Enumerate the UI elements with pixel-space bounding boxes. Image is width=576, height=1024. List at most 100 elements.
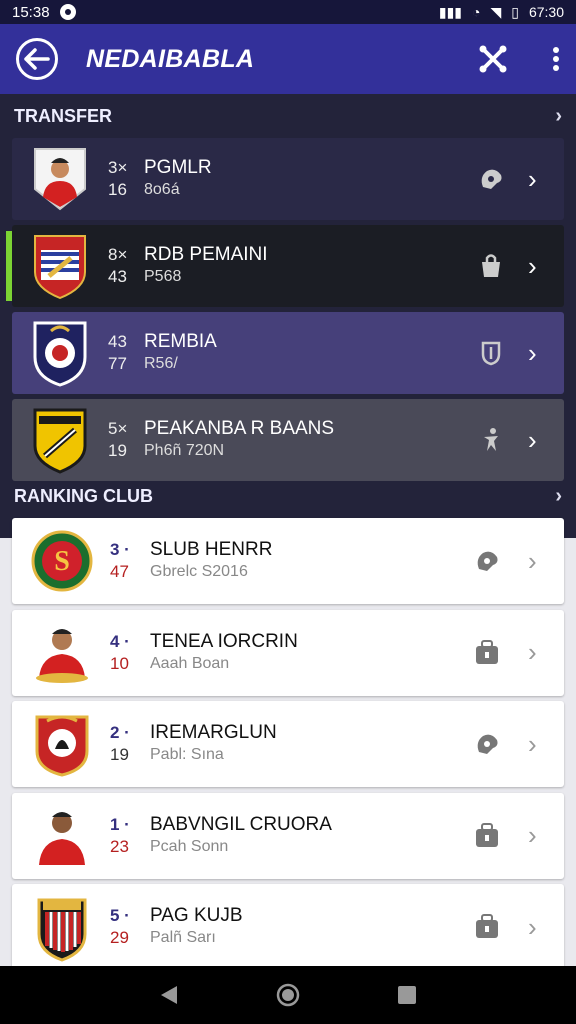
ranking-item-name: SLUB HENRR: [150, 539, 273, 560]
ranking-item-name: IREMARGLUN: [150, 722, 277, 744]
shield-icon[interactable]: [476, 340, 506, 366]
status-time-right: 67:30: [528, 4, 564, 20]
more-vert-icon[interactable]: [552, 46, 560, 72]
transfer-item-name: REMBIA: [144, 331, 217, 352]
transfer-section-header[interactable]: TRANSFER ›: [0, 96, 576, 136]
ranking-item[interactable]: S 3 · 47 SLUB HENRR Gbrelc S2016 ›: [12, 518, 564, 604]
chevron-right-icon[interactable]: ›: [528, 912, 546, 943]
ranking-item[interactable]: 5 · 29 PAG KUJB Palñ Sarı ›: [12, 884, 564, 971]
back-button[interactable]: [16, 38, 58, 80]
chevron-right-icon[interactable]: ›: [528, 164, 546, 195]
hand-icon[interactable]: [472, 730, 502, 758]
chevron-right-icon[interactable]: ›: [528, 820, 546, 851]
transfer-item-count: 43: [108, 267, 127, 286]
club-crest: [30, 406, 90, 474]
svg-text:S: S: [54, 546, 70, 577]
hand-icon[interactable]: [476, 165, 506, 193]
transfer-item-sub: 8o6á: [144, 181, 180, 198]
selected-indicator: [6, 231, 12, 301]
transfer-item-sub: Ph6ñ 720N: [144, 442, 225, 459]
ranking-list: S 3 · 47 SLUB HENRR Gbrelc S2016 › 4 · 1…: [12, 518, 564, 976]
chevron-right-icon[interactable]: ›: [528, 637, 546, 668]
ranking-item-name: PAG KUJB: [150, 905, 243, 927]
home-nav-icon[interactable]: [276, 983, 300, 1007]
ranking-item[interactable]: 2 · 19 IREMARGLUN Pabl: Sına ›: [12, 701, 564, 788]
player-avatar: [30, 145, 90, 213]
club-crest: [30, 709, 94, 779]
transfer-item-sub: P568: [144, 268, 182, 285]
transfer-item-num: 5×: [108, 419, 128, 438]
ranking-item-name: BABVNGIL CRUORA: [150, 813, 332, 835]
ranking-item[interactable]: 4 · 10 TENEA IORCRIN Aaah Boan ›: [12, 609, 564, 696]
ranking-item-sub: Pcah Sonn: [150, 837, 229, 855]
shuffle-icon[interactable]: [478, 44, 508, 74]
battery-icon: ▯: [511, 3, 519, 20]
ranking-points: 10: [110, 653, 129, 673]
ranking-item-sub: Aaah Boan: [150, 654, 230, 672]
hand-icon[interactable]: [472, 547, 502, 575]
club-crest: [30, 319, 90, 387]
chevron-right-icon[interactable]: ›: [528, 546, 546, 577]
ranking-section-header[interactable]: RANKING CLUB ›: [0, 476, 576, 516]
transfer-header-label: TRANSFER: [14, 105, 112, 126]
ranking-header-label: RANKING CLUB: [14, 485, 153, 506]
transfer-item[interactable]: 8× 43 RDB PEMAINI P568 ›: [6, 225, 564, 307]
chevron-right-icon: ›: [555, 104, 562, 127]
transfer-item-count: 16: [108, 180, 127, 199]
chevron-right-icon[interactable]: ›: [528, 729, 546, 760]
ranking-item-name: TENEA IORCRIN: [150, 630, 298, 652]
ranking-position: 3 ·: [110, 540, 130, 559]
ranking-item-sub: Gbrelc S2016: [150, 563, 248, 580]
page-title: NEDAIBABLA: [86, 44, 255, 73]
transfer-item[interactable]: 5× 19 PEAKANBA R BAANS Ph6ñ 720N ›: [12, 399, 564, 481]
back-nav-icon[interactable]: [159, 984, 179, 1006]
app-bar: NEDAIBABLA: [0, 24, 576, 94]
transfer-item[interactable]: 43 77 REMBIA R56/ ›: [12, 312, 564, 394]
notification-icon: [59, 4, 76, 20]
transfer-item-num: 8×: [108, 245, 128, 264]
bag-icon[interactable]: [476, 253, 506, 279]
recents-nav-icon[interactable]: [397, 985, 417, 1005]
ranking-position: 4 ·: [110, 631, 130, 651]
ranking-item[interactable]: 1 · 23 BABVNGIL CRUORA Pcah Sonn ›: [12, 792, 564, 879]
chevron-right-icon[interactable]: ›: [528, 425, 546, 456]
chevron-right-icon[interactable]: ›: [528, 338, 546, 369]
transfer-list: 3× 16 PGMLR 8o6á › 8× 43 RDB PEMAINI P56…: [6, 138, 564, 486]
chevron-right-icon: ›: [555, 484, 562, 507]
alarm-icon: ◔: [471, 4, 481, 20]
club-crest: [30, 892, 94, 962]
ranking-position: 2 ·: [110, 723, 130, 743]
system-nav-bar: [0, 966, 576, 1024]
signal-icon: ▮▮▮: [438, 3, 462, 20]
ranking-position: 5 ·: [110, 906, 130, 926]
status-bar: 15:38 ▮▮▮ ◔ ◥ ▯ 67:30: [0, 0, 576, 24]
status-time-left: 15:38: [12, 3, 50, 21]
player-avatar: [30, 618, 94, 688]
bag-icon[interactable]: [472, 822, 502, 849]
player-icon[interactable]: [476, 427, 506, 453]
transfer-item-num: 3×: [108, 158, 128, 177]
bag-icon[interactable]: [472, 639, 502, 666]
ranking-item-sub: Palñ Sarı: [150, 929, 216, 947]
transfer-item-name: RDB PEMAINI: [144, 244, 268, 265]
club-crest: S: [30, 526, 94, 596]
bag-icon[interactable]: [472, 914, 502, 940]
player-avatar: [30, 801, 94, 871]
ranking-position: 1 ·: [110, 814, 130, 834]
transfer-item[interactable]: 3× 16 PGMLR 8o6á ›: [12, 138, 564, 220]
chevron-right-icon[interactable]: ›: [528, 251, 546, 282]
wifi-icon: ◥: [490, 3, 502, 20]
ranking-item-sub: Pabl: Sına: [150, 746, 224, 764]
club-crest: [30, 232, 90, 300]
ranking-points: 19: [110, 745, 129, 765]
ranking-points: 23: [110, 836, 129, 856]
transfer-item-count: 19: [108, 441, 127, 460]
transfer-item-count: 77: [108, 354, 127, 373]
ranking-points: 29: [110, 928, 129, 948]
arrow-left-icon: [24, 48, 50, 70]
transfer-item-sub: R56/: [144, 355, 178, 372]
transfer-item-name: PEAKANBA R BAANS: [144, 418, 335, 439]
transfer-item-num: 43: [108, 332, 127, 351]
ranking-points: 47: [110, 562, 129, 581]
transfer-item-name: PGMLR: [144, 157, 212, 178]
